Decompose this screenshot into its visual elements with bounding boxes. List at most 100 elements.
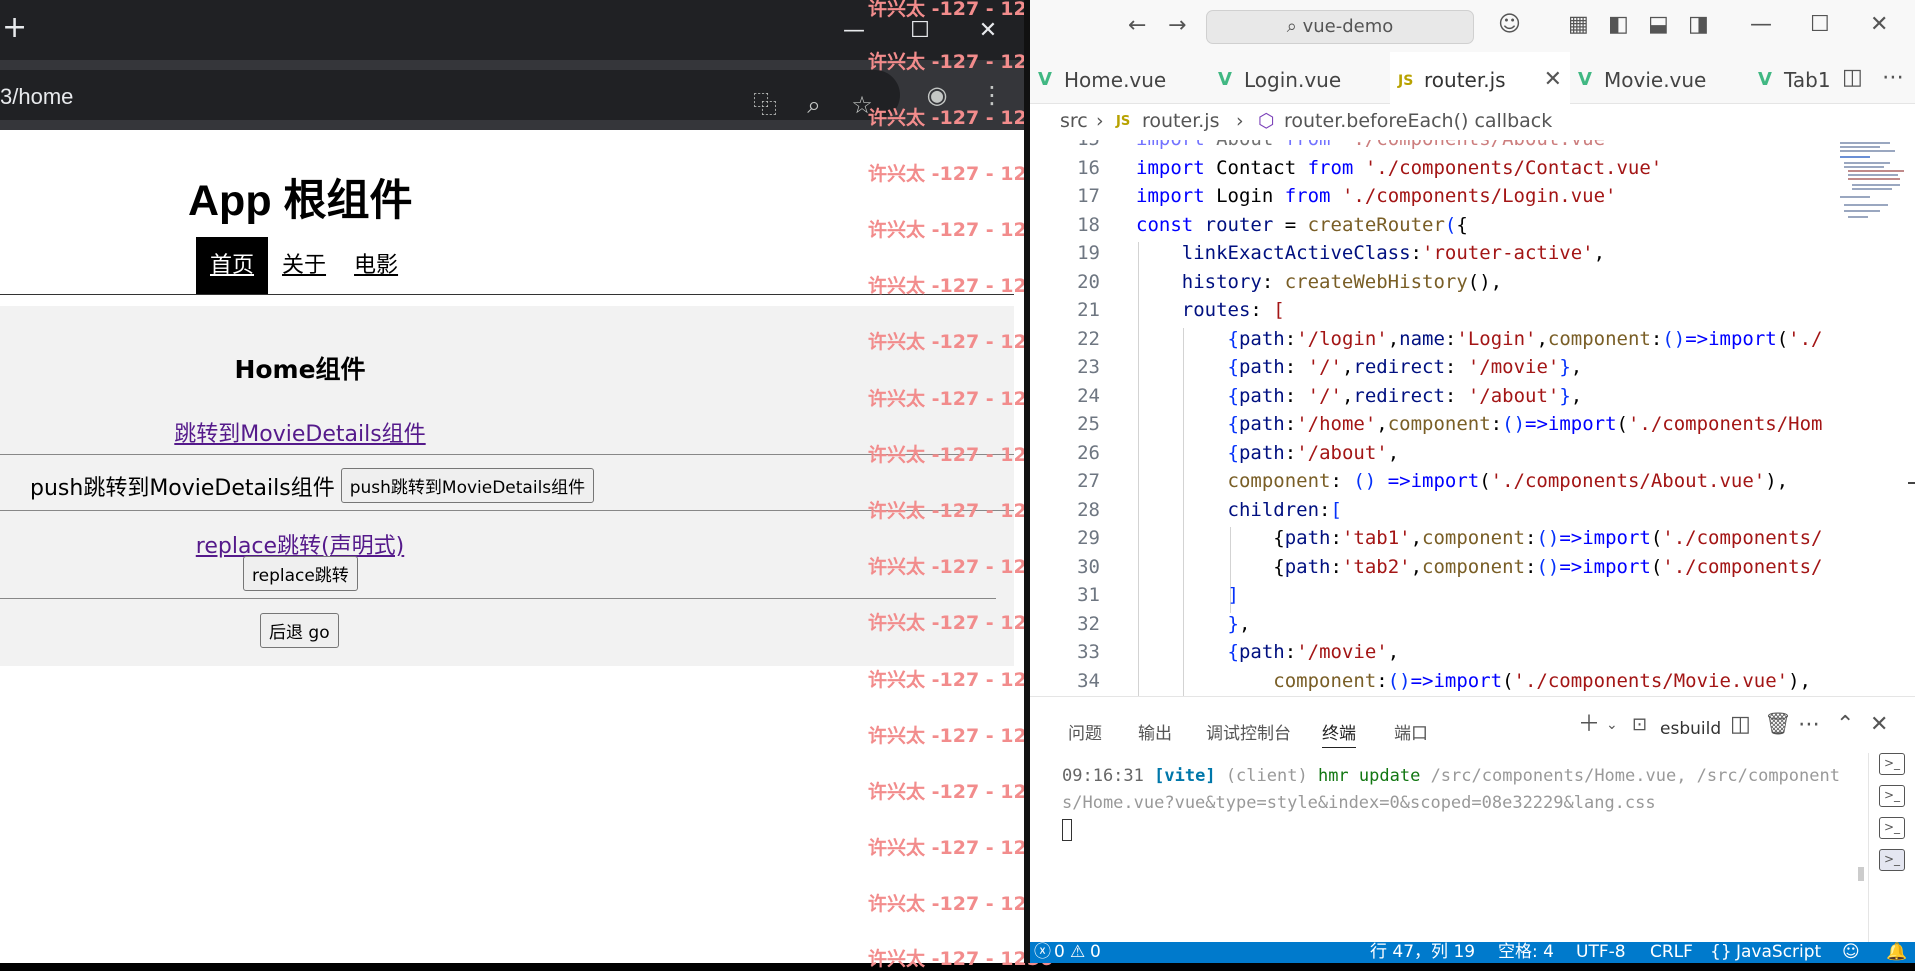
tab-movie-vue[interactable]: V Movie.vue	[1570, 52, 1750, 104]
tab-login-vue[interactable]: V Login.vue	[1210, 52, 1390, 104]
toggle-sidebar-icon[interactable]: ◧	[1608, 13, 1629, 37]
vue-icon: V	[1218, 69, 1232, 90]
indentation[interactable]: 空格: 4	[1498, 942, 1554, 963]
terminal-instance-icon[interactable]: >_	[1879, 753, 1905, 775]
terminal-instance-icon[interactable]: >_	[1879, 817, 1905, 839]
link-movie-details[interactable]: 跳转到MovieDetails组件	[0, 416, 600, 448]
breadcrumb: src › JS router.js › ⬡ router.beforeEach…	[1030, 104, 1915, 140]
maximize-icon[interactable]: ☐	[1810, 13, 1830, 37]
nav-link-movie[interactable]: 电影	[340, 237, 412, 295]
scrollbar-indicator[interactable]	[1908, 482, 1915, 484]
warning-count[interactable]: 0	[1090, 942, 1101, 963]
code-line: import Contact from './components/Contac…	[1136, 157, 1663, 179]
terminal-output[interactable]: 09:16:31 [vite] (client) hmr update /src…	[1062, 763, 1842, 844]
copilot-icon[interactable]: ☺	[1498, 13, 1521, 37]
layout-customize-icon[interactable]: ▦	[1568, 13, 1589, 37]
search-placeholder: vue-demo	[1302, 16, 1394, 37]
panel-tab-debug-console[interactable]: 调试控制台	[1206, 719, 1291, 744]
tab-label: Home.vue	[1064, 68, 1167, 92]
line-number: 18	[1077, 214, 1100, 236]
divider	[0, 510, 1014, 511]
zoom-icon[interactable]: ⌕	[797, 88, 831, 122]
more-actions-icon[interactable]: ⋯	[1882, 66, 1904, 90]
code-line: {path:'/home',component:()=>import('./co…	[1227, 413, 1823, 435]
code-editor[interactable]: 15 16 17 18 19 20 21 22 23 24 25 26 27 2…	[1030, 140, 1915, 696]
terminal-name[interactable]: esbuild	[1660, 719, 1721, 739]
vue-icon: V	[1578, 69, 1592, 90]
home-component: Home组件 跳转到MovieDetails组件 push跳转到MovieDet…	[0, 306, 1014, 666]
chevron-down-icon[interactable]: ⌄	[1606, 713, 1618, 737]
breadcrumb-src[interactable]: src	[1060, 110, 1088, 132]
command-center-search[interactable]: ⌕ vue-demo	[1206, 10, 1474, 44]
language-mode[interactable]: JavaScript	[1736, 942, 1821, 963]
panel-tab-ports[interactable]: 端口	[1394, 719, 1428, 744]
terminal-hmr: hmr update	[1317, 766, 1421, 786]
new-terminal-plus-icon[interactable]: ＋	[1578, 713, 1600, 737]
toggle-secondary-sidebar-icon[interactable]: ◨	[1688, 13, 1709, 37]
minimap[interactable]	[1838, 140, 1908, 260]
notifications-bell-icon[interactable]: 🔔	[1886, 942, 1907, 963]
panel-tab-problems[interactable]: 问题	[1068, 719, 1102, 744]
forward-arrow-icon[interactable]: →	[1168, 14, 1186, 38]
cursor-position[interactable]: 行 47，列 19	[1370, 942, 1475, 963]
push-button[interactable]: push跳转到MovieDetails组件	[340, 468, 595, 503]
terminal-scrollbar[interactable]	[1858, 867, 1864, 881]
close-tab-icon[interactable]: ✕	[1544, 52, 1562, 108]
maximize-panel-icon[interactable]: ⌃	[1836, 713, 1854, 737]
more-actions-icon[interactable]: ⋯	[1798, 713, 1820, 737]
encoding[interactable]: UTF-8	[1576, 942, 1626, 963]
warning-icon[interactable]: ⚠	[1070, 942, 1085, 963]
line-number: 26	[1077, 442, 1100, 464]
tab-label: Login.vue	[1244, 68, 1342, 92]
nav-link-about[interactable]: 关于	[268, 237, 340, 295]
tab-tab1[interactable]: V Tab1	[1750, 52, 1830, 104]
terminal-list: >_ >_ >_ >_	[1868, 753, 1915, 943]
panel-tab-terminal[interactable]: 终端	[1322, 719, 1356, 748]
code-line: {path:'tab1',component:()=>import('./com…	[1136, 527, 1823, 549]
terminal-client: (client)	[1225, 766, 1308, 786]
close-icon[interactable]: ✕	[1870, 13, 1888, 37]
line-number: 24	[1077, 385, 1100, 407]
breadcrumb-file[interactable]: router.js	[1142, 110, 1219, 132]
tab-router-js[interactable]: JS router.js ✕	[1390, 52, 1570, 104]
nav-divider	[0, 294, 1014, 295]
line-number: 15	[1030, 140, 1100, 150]
toggle-panel-icon[interactable]: ⬓	[1648, 13, 1669, 37]
nav-link-home[interactable]: 首页	[196, 237, 269, 295]
close-panel-icon[interactable]: ✕	[1870, 713, 1888, 737]
router-nav: 首页 关于 电影	[196, 237, 412, 295]
split-terminal-icon[interactable]: ◫	[1730, 713, 1751, 737]
minimize-icon[interactable]: —	[1750, 13, 1772, 37]
terminal-instance-icon[interactable]: >_	[1879, 785, 1905, 807]
line-ending[interactable]: CRLF	[1650, 942, 1693, 963]
line-number: 19	[1077, 242, 1100, 264]
line-number: 31	[1077, 584, 1100, 606]
back-arrow-icon[interactable]: ←	[1128, 14, 1146, 38]
tab-label: Tab1	[1784, 68, 1830, 92]
error-count[interactable]: 0	[1054, 942, 1065, 963]
url-field[interactable]: 3/home ⿻ ⌕ ☆	[0, 70, 900, 120]
back-go-button[interactable]: 后退 go	[260, 613, 339, 648]
line-number: 23	[1077, 356, 1100, 378]
trash-icon[interactable]: 🗑	[1764, 713, 1792, 737]
push-label: push跳转到MovieDetails组件	[30, 475, 335, 501]
code-line: {path:'/login',name:'Login',component:()…	[1227, 328, 1823, 350]
copilot-icon[interactable]: ☺	[1842, 942, 1860, 963]
split-editor-icon[interactable]: ◫	[1842, 66, 1863, 90]
code-line: {path: '/',redirect: '/movie'},	[1227, 356, 1583, 378]
line-number: 29	[1077, 527, 1100, 549]
line-number: 17	[1077, 185, 1100, 207]
panel-tab-output[interactable]: 输出	[1138, 719, 1172, 744]
page-title: App 根组件	[188, 177, 413, 225]
new-tab-button[interactable]: +	[2, 10, 27, 46]
error-icon[interactable]: ⓧ	[1034, 942, 1051, 963]
replace-button[interactable]: replace跳转	[243, 556, 358, 591]
translate-icon[interactable]: ⿻	[748, 88, 782, 122]
terminal-icon: ⊡	[1632, 714, 1648, 735]
tab-home-vue[interactable]: V Home.vue	[1030, 52, 1210, 104]
terminal-instance-icon[interactable]: >_	[1879, 849, 1905, 871]
code-line: {path:'/movie',	[1227, 641, 1400, 663]
breadcrumb-symbol[interactable]: router.beforeEach() callback	[1284, 110, 1552, 132]
status-bar: ⓧ 0 ⚠ 0 行 47，列 19 空格: 4 UTF-8 CRLF {} Ja…	[1030, 942, 1915, 963]
code-line: history: createWebHistory(),	[1181, 271, 1503, 293]
